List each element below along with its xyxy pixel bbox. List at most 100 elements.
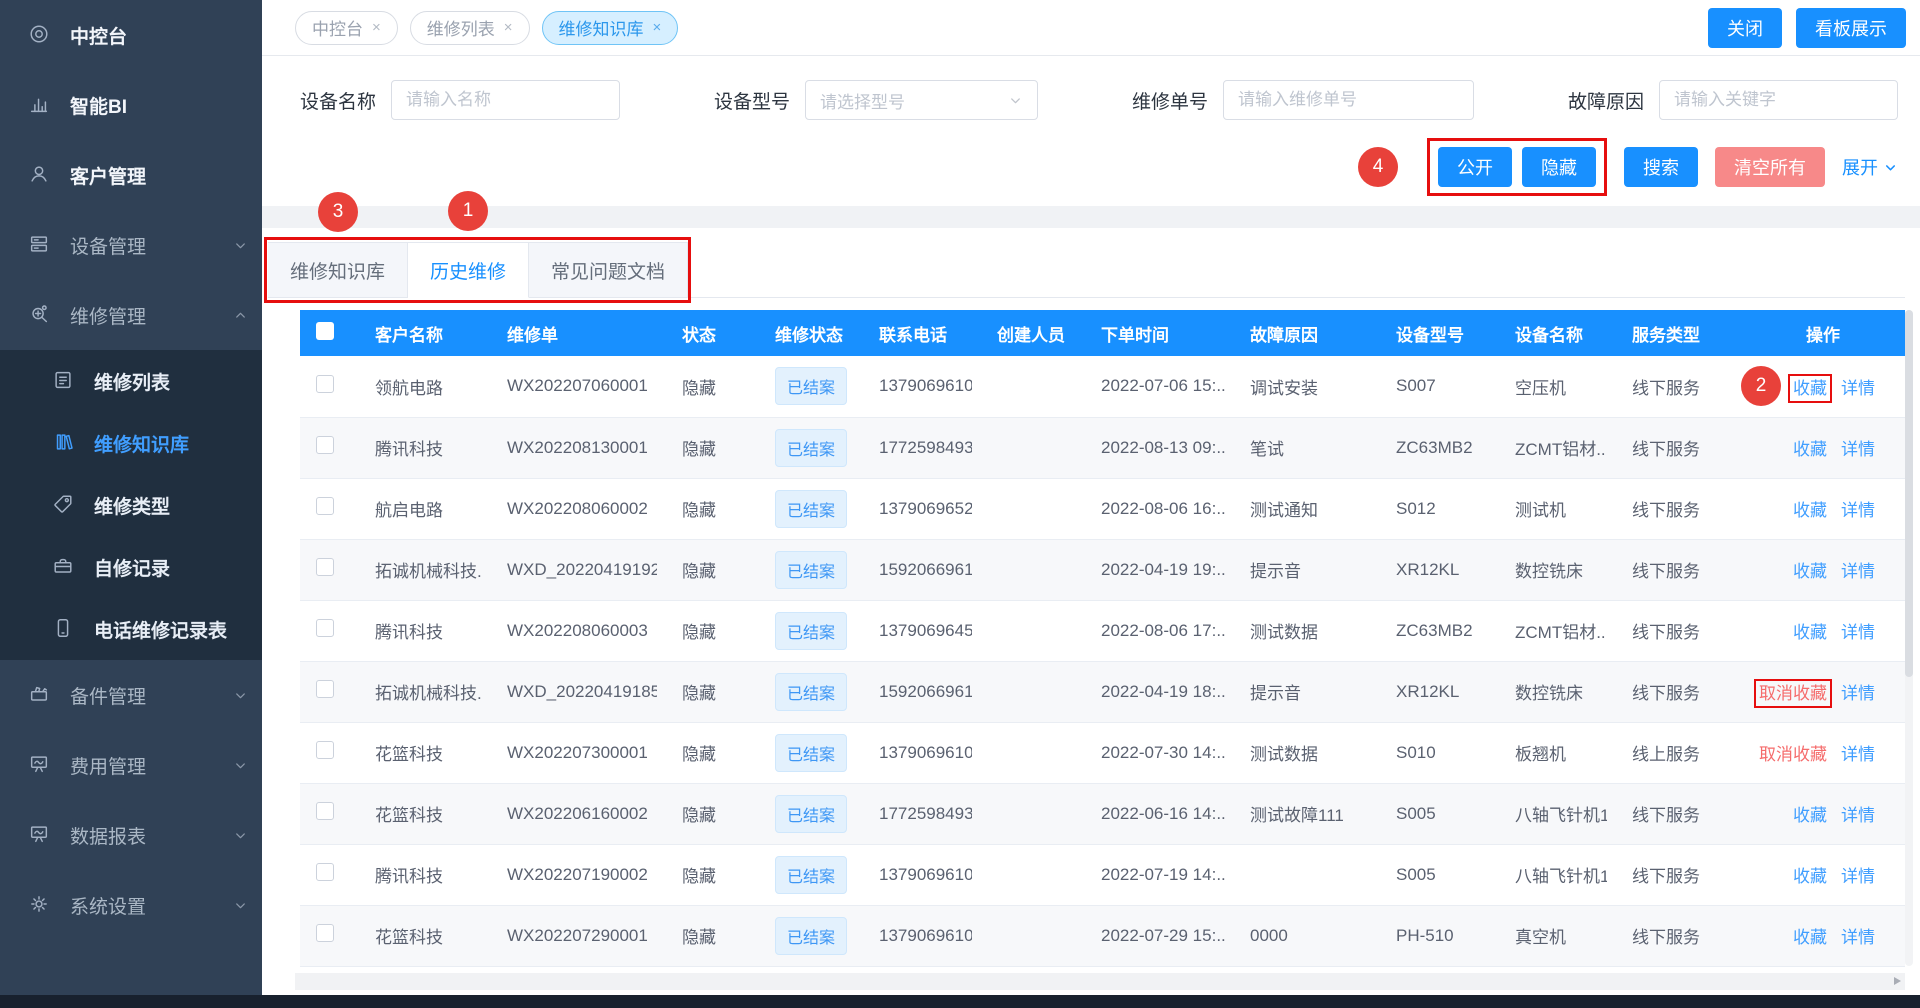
cell-status: 隐藏 <box>657 722 750 783</box>
sidebar-item-smart-bi[interactable]: 智能BI <box>0 70 262 140</box>
sidebar-item-system-settings[interactable]: 系统设置 <box>0 870 262 940</box>
sidebar-item-fee-mgmt[interactable]: 费用管理 <box>0 730 262 800</box>
cell-reason: 测试数据 <box>1225 600 1371 661</box>
clear-all-button[interactable]: 清空所有 <box>1715 147 1825 187</box>
row-checkbox[interactable] <box>316 497 334 515</box>
cell-customer: 花篮科技 <box>350 783 482 844</box>
repair-order-input[interactable] <box>1223 80 1474 120</box>
sidebar-item-data-report[interactable]: 数据报表 <box>0 800 262 870</box>
row-checkbox[interactable] <box>316 558 334 576</box>
detail-link[interactable]: 详情 <box>1841 379 1875 398</box>
favorite-link[interactable]: 收藏 <box>1793 501 1827 520</box>
list-icon <box>52 369 76 393</box>
sidebar-item-label: 维修管理 <box>70 302 146 329</box>
fault-reason-input[interactable] <box>1659 80 1898 120</box>
cancel-favorite-link[interactable]: 取消收藏 <box>1759 684 1827 703</box>
cell-model: ZC63MB2 <box>1371 417 1490 478</box>
row-checkbox[interactable] <box>316 680 334 698</box>
detail-link[interactable]: 详情 <box>1841 440 1875 459</box>
phone-icon <box>52 617 76 641</box>
detail-link[interactable]: 详情 <box>1841 562 1875 581</box>
chevron-up-icon <box>233 308 248 323</box>
sidebar-item-self-repair-record[interactable]: 自修记录 <box>0 536 262 598</box>
cell-phone: 17725984939 <box>854 417 972 478</box>
cell-model: ZC63MB2 <box>1371 600 1490 661</box>
row-checkbox[interactable] <box>316 802 334 820</box>
tab-faq-docs[interactable]: 常见问题文档 <box>529 242 688 298</box>
close-icon[interactable]: × <box>372 19 381 36</box>
detail-link[interactable]: 详情 <box>1841 745 1875 764</box>
sidebar-item-parts-mgmt[interactable]: 备件管理 <box>0 660 262 730</box>
favorite-link[interactable]: 收藏 <box>1793 440 1827 459</box>
horizontal-scrollbar[interactable] <box>295 973 1905 990</box>
annotation-circle-3: 3 <box>318 192 358 232</box>
close-button[interactable]: 关闭 <box>1708 8 1782 48</box>
cell-repair_status: 已结案 <box>750 356 854 417</box>
row-checkbox[interactable] <box>316 436 334 454</box>
scroll-right-arrow-icon[interactable] <box>1894 977 1901 985</box>
repair-status-tag: 已结案 <box>775 917 847 955</box>
chevron-down-icon <box>1008 93 1023 108</box>
public-button[interactable]: 公开 <box>1438 147 1512 187</box>
column-header: 操作 <box>1741 310 1905 356</box>
cell-operations: 收藏详情 <box>1741 844 1905 905</box>
device-name-input[interactable] <box>391 80 620 120</box>
sidebar-item-repair-knowledge-base[interactable]: 维修知识库 <box>0 412 262 474</box>
sidebar-item-repair-list[interactable]: 维修列表 <box>0 350 262 412</box>
favorite-link[interactable]: 收藏 <box>1793 928 1827 947</box>
cancel-favorite-link[interactable]: 取消收藏 <box>1759 745 1827 764</box>
row-checkbox[interactable] <box>316 863 334 881</box>
detail-link[interactable]: 详情 <box>1841 684 1875 703</box>
close-icon[interactable]: × <box>653 19 662 36</box>
sidebar-item-console[interactable]: 中控台 <box>0 0 262 70</box>
favorite-link[interactable]: 收藏 <box>1793 562 1827 581</box>
chevron-down-icon <box>233 898 248 913</box>
row-checkbox[interactable] <box>316 741 334 759</box>
cell-order: WX202208060003 <box>482 600 657 661</box>
select-all-checkbox[interactable] <box>316 322 334 340</box>
device-model-select[interactable]: 请选择型号 <box>805 80 1038 120</box>
search-button[interactable]: 搜索 <box>1624 147 1698 187</box>
detail-link[interactable]: 详情 <box>1841 867 1875 886</box>
favorite-link[interactable]: 收藏 <box>1793 867 1827 886</box>
detail-link[interactable]: 详情 <box>1841 928 1875 947</box>
tab-knowledge-base[interactable]: 维修知识库 <box>268 242 408 298</box>
cell-service: 线下服务 <box>1607 905 1741 966</box>
row-checkbox[interactable] <box>316 924 334 942</box>
tab-history[interactable]: 历史维修 <box>408 242 529 298</box>
cell-device: 空压机 <box>1490 356 1607 417</box>
cell-status: 隐藏 <box>657 600 750 661</box>
favorite-link[interactable]: 收藏 <box>1793 379 1827 398</box>
customer-icon <box>28 163 52 187</box>
expand-toggle[interactable]: 展开 <box>1842 154 1898 180</box>
detail-link[interactable]: 详情 <box>1841 806 1875 825</box>
table-row: 花篮科技WX202207290001隐藏已结案137906961072022-0… <box>300 905 1905 966</box>
cell-creator <box>972 905 1076 966</box>
row-checkbox[interactable] <box>316 375 334 393</box>
vertical-scrollbar[interactable] <box>1905 310 1913 966</box>
favorite-link[interactable]: 收藏 <box>1793 806 1827 825</box>
page-tag[interactable]: 维修知识库× <box>542 11 679 45</box>
repair-status-tag: 已结案 <box>775 795 847 833</box>
page-tag[interactable]: 维修列表× <box>410 11 530 45</box>
sidebar-item-phone-repair-record[interactable]: 电话维修记录表 <box>0 598 262 660</box>
detail-link[interactable]: 详情 <box>1841 623 1875 642</box>
favorite-link[interactable]: 收藏 <box>1793 623 1827 642</box>
close-icon[interactable]: × <box>504 19 513 36</box>
detail-link[interactable]: 详情 <box>1841 501 1875 520</box>
board-display-button[interactable]: 看板展示 <box>1796 8 1906 48</box>
cell-creator <box>972 539 1076 600</box>
hide-button[interactable]: 隐藏 <box>1522 147 1596 187</box>
page-tag[interactable]: 中控台× <box>295 11 398 45</box>
sidebar-item-customer-mgmt[interactable]: 客户管理 <box>0 140 262 210</box>
cell-order_time: 2022-08-06 17:... <box>1076 600 1225 661</box>
sidebar-item-device-mgmt[interactable]: 设备管理 <box>0 210 262 280</box>
tag-icon <box>52 493 76 517</box>
filter-group: 故障原因 <box>1568 80 1898 120</box>
sidebar-item-repair-type[interactable]: 维修类型 <box>0 474 262 536</box>
sidebar-item-repair-mgmt[interactable]: 维修管理 <box>0 280 262 350</box>
select-placeholder: 请选择型号 <box>820 88 905 113</box>
row-checkbox[interactable] <box>316 619 334 637</box>
vertical-scrollbar-thumb[interactable] <box>1905 310 1913 677</box>
annotation-circle-1: 1 <box>448 191 488 231</box>
